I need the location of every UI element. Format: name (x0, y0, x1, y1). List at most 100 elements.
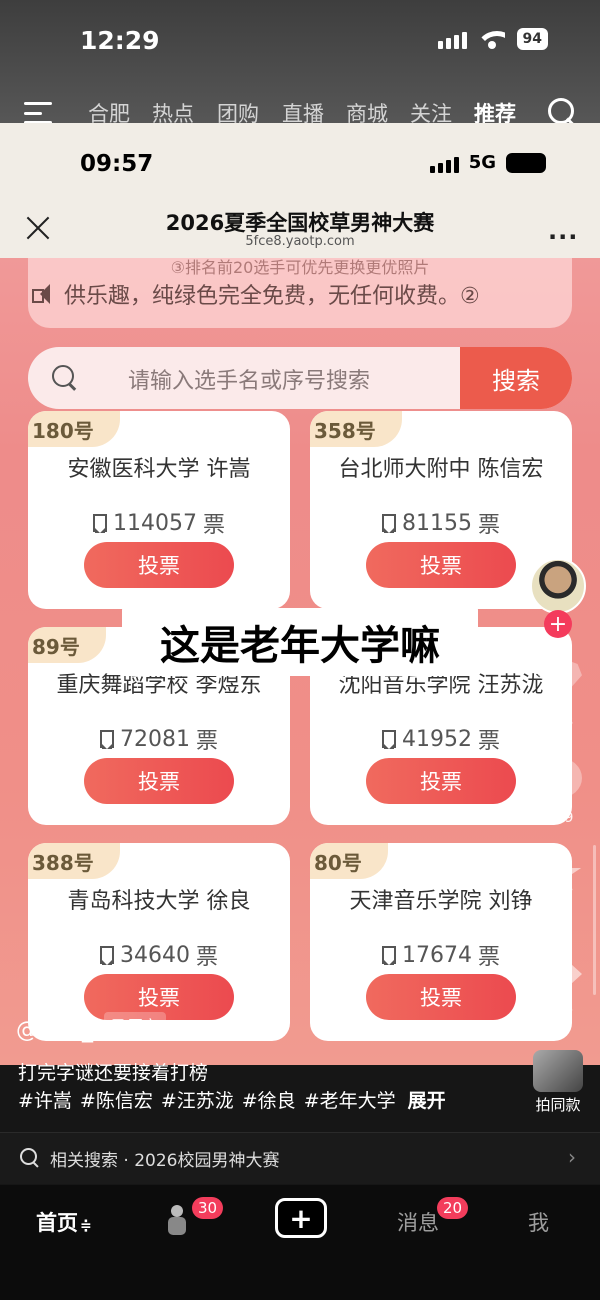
post-type-badge: 图文 (104, 1012, 167, 1038)
vote-count: 114057 票 (28, 507, 290, 539)
friends-icon[interactable] (166, 1205, 188, 1237)
inner-status-time: 09:57 (80, 151, 154, 177)
post-type-label: 图文 (128, 1016, 159, 1035)
follow-button[interactable]: + (544, 610, 572, 638)
vote-number: 34640 (119, 942, 190, 968)
contestant-name: 台北师大附中 陈信宏 (338, 457, 544, 482)
comment-icon[interactable] (538, 758, 582, 798)
vote-number: 17674 (401, 942, 472, 968)
post-image: 09:57 5G 2026夏季全国校草男神大赛 5fce8.yaotp.com … (0, 123, 600, 1065)
hashtag[interactable]: #老年大学 (304, 1086, 396, 1113)
contestant-card: 180号 安徽医科大学 许嵩 114057 票 投票 (28, 411, 290, 609)
bottom-nav: 首页 ≑ 30 + 消息 20 我 (0, 1185, 600, 1300)
contestant-number: 388号 (28, 843, 120, 879)
vote-number: 41952 (401, 726, 472, 752)
inner-signal-icon (429, 153, 459, 173)
bookmark-icon (381, 730, 396, 749)
same-style-button[interactable]: 拍同款 (527, 1050, 589, 1115)
more-icon: ... (548, 217, 579, 245)
creator-avatar[interactable] (530, 558, 586, 614)
author-name[interactable]: @雨幕_ (16, 1012, 93, 1044)
vote-unit: 票 (195, 945, 218, 970)
music-thumbnail (533, 1050, 583, 1092)
overlay-caption: 这是老年大学嘛 (122, 608, 478, 676)
related-search-icon (20, 1148, 40, 1168)
vote-count: 72081 票 (28, 723, 290, 755)
contestant-name: 青岛科技大学 徐良 (67, 889, 251, 914)
bookmark-icon (381, 946, 396, 965)
share-count: 827 (546, 1008, 574, 1024)
vote-button: 投票 (366, 758, 516, 804)
create-post-button[interactable]: + (275, 1198, 327, 1238)
status-time: 12:29 (80, 26, 160, 55)
hashtag[interactable]: #汪苏泷 (161, 1086, 234, 1113)
comment-count: 139 (546, 810, 574, 826)
search-placeholder: 请输入选手名或序号搜索 (128, 369, 371, 394)
notice-text: 供乐趣，纯绿色完全免费，无任何收费。② (64, 284, 480, 309)
inner-battery-icon (506, 152, 546, 173)
webpage-header: 09:57 5G 2026夏季全国校草男神大赛 5fce8.yaotp.com … (0, 123, 600, 258)
related-search-bar[interactable]: 相关搜索 · 2026校园男神大赛 › (0, 1132, 600, 1184)
vote-count: 81155 票 (310, 507, 572, 539)
hashtag[interactable]: #陈信宏 (80, 1086, 153, 1113)
bookmark-icon (99, 946, 114, 965)
contestant-name: 安徽医科大学 许嵩 (67, 457, 251, 482)
vote-unit: 票 (477, 729, 500, 754)
nav-messages[interactable]: 消息 (397, 1207, 439, 1237)
notice-banner: ③排名前20选手可优先更换更优照片 供乐趣，纯绿色完全免费，无任何收费。② (28, 258, 572, 328)
vote-button: 投票 (366, 974, 516, 1020)
expand-link[interactable]: 展开 (408, 1086, 446, 1113)
notice-line: 供乐趣，纯绿色完全免费，无任何收费。② (32, 278, 480, 310)
related-search-text: 相关搜索 · 2026校园男神大赛 (50, 1151, 280, 1171)
hashtag[interactable]: #徐良 (242, 1086, 296, 1113)
contestant-number: 358号 (310, 411, 402, 447)
menu-icon[interactable] (24, 102, 52, 124)
vote-number: 114057 (113, 510, 197, 536)
vote-number: 81155 (401, 510, 472, 536)
network-type: 5G (468, 152, 496, 173)
bookmark-icon (381, 514, 396, 533)
vote-button: 投票 (84, 542, 234, 588)
battery-icon: 94 (516, 28, 548, 50)
search-button: 搜索 (460, 347, 572, 409)
like-count: 733 (546, 714, 574, 730)
notice-previous-line: ③排名前20选手可优先更换更优照片 (170, 258, 430, 277)
favorite-count: 26 (551, 906, 569, 922)
nav-home[interactable]: 首页 ≑ (36, 1207, 92, 1237)
contestant-search: 请输入选手名或序号搜索 搜索 (28, 347, 572, 409)
contestant-number: 89号 (28, 627, 106, 663)
contestant-number: 80号 (310, 843, 388, 879)
nav-me[interactable]: 我 (528, 1207, 549, 1237)
home-refresh-icon: ≑ (80, 1218, 92, 1234)
hashtags: #许嵩 #陈信宏 #汪苏泷 #徐良 #老年大学 展开 (18, 1086, 446, 1113)
webpage-title: 2026夏季全国校草男神大赛 (165, 211, 435, 235)
image-post-icon (112, 1019, 124, 1031)
vote-unit: 票 (477, 945, 500, 970)
vote-count: 17674 票 (310, 939, 572, 971)
bookmark-icon (99, 730, 114, 749)
wifi-icon (478, 29, 505, 49)
vote-count: 34640 票 (28, 939, 290, 971)
signal-icon (437, 29, 467, 49)
bookmark-icon (93, 514, 107, 533)
post-caption: 打完字谜还要接着打榜 (18, 1062, 209, 1084)
contestant-number: 180号 (28, 411, 120, 447)
friends-badge: 30 (192, 1197, 224, 1219)
vote-unit: 票 (195, 729, 218, 754)
status-icons: 94 (437, 28, 548, 50)
vote-number: 72081 (119, 726, 190, 752)
search-icon[interactable] (546, 96, 576, 126)
speaker-icon (32, 283, 56, 305)
chevron-right-icon: › (568, 1145, 576, 1169)
scroll-indicator (593, 845, 596, 995)
vote-unit: 票 (202, 513, 225, 538)
messages-badge: 20 (437, 1197, 469, 1219)
vote-button: 投票 (84, 758, 234, 804)
inner-status-icons: 5G (429, 152, 546, 173)
app-top-bar: 12:29 94 合肥 热点 团购 直播 商城 关注 推荐 (0, 0, 600, 140)
same-style-label: 拍同款 (535, 1096, 581, 1114)
webpage-url: 5fce8.yaotp.com (245, 234, 355, 249)
vote-button: 投票 (366, 542, 516, 588)
search-magnifier-icon (52, 365, 78, 391)
hashtag[interactable]: #许嵩 (18, 1086, 72, 1113)
